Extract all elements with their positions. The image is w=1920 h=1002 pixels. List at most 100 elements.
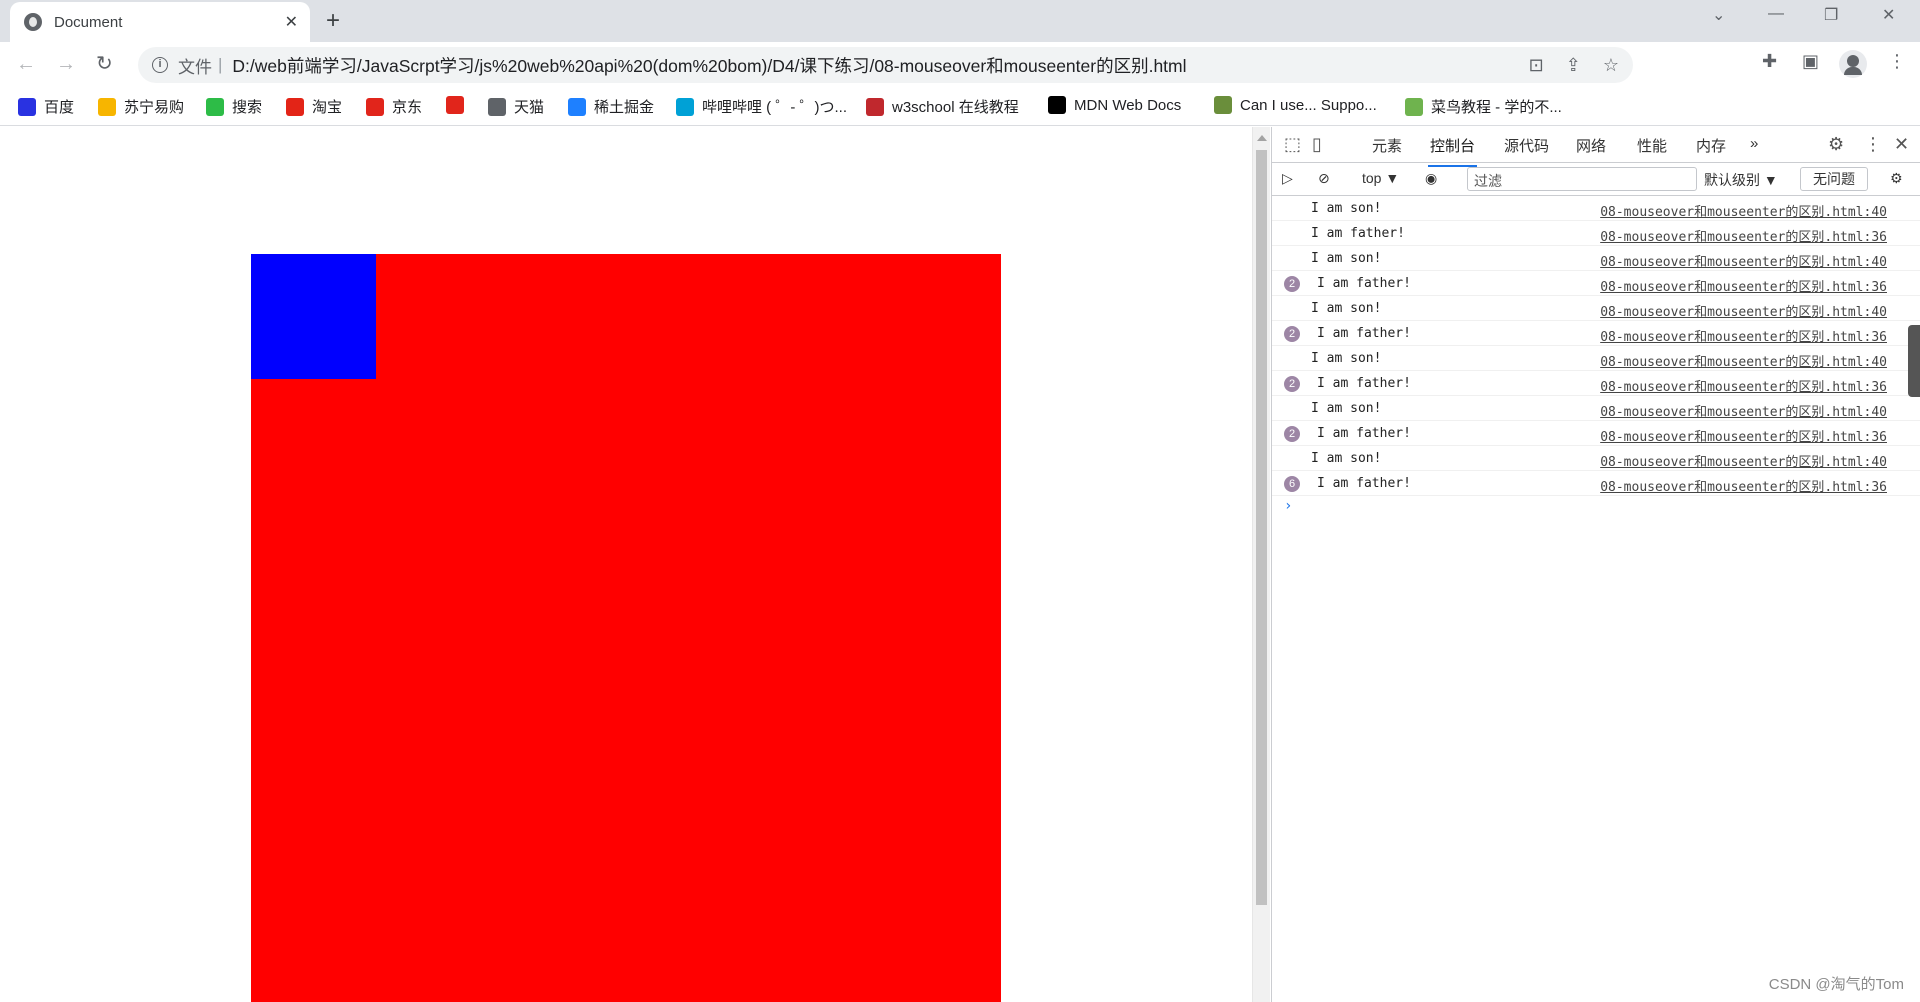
bookmark-4[interactable]: 京东 <box>366 96 422 117</box>
new-tab-button[interactable]: + <box>326 8 340 34</box>
father-box[interactable] <box>251 254 1001 1002</box>
source-link[interactable]: 08-mouseover和mouseenter的区别.html:40 <box>1600 351 1887 370</box>
source-link[interactable]: 08-mouseover和mouseenter的区别.html:40 <box>1600 251 1887 270</box>
tab-network[interactable]: 网络 <box>1576 135 1606 156</box>
more-tabs-icon[interactable]: » <box>1750 135 1758 152</box>
tab-sources[interactable]: 源代码 <box>1504 135 1549 156</box>
console-message: I am son! 08-mouseover和mouseenter的区别.html… <box>1272 346 1920 371</box>
info-icon[interactable]: i <box>152 57 168 73</box>
address-url[interactable]: D:/web前端学习/JavaScrpt学习/js%20web%20api%20… <box>232 53 1186 78</box>
console-filter-bar: ▷ ⊘ top ▼ ◉ 过滤 默认级别 ▼ 无问题 ⚙ <box>1272 163 1920 196</box>
restore-icon[interactable]: ❐ <box>1824 5 1838 25</box>
tab-search-icon[interactable]: ⌄ <box>1712 5 1725 25</box>
clear-console-icon[interactable]: ⊘ <box>1318 170 1330 187</box>
settings-gear-icon[interactable]: ⚙ <box>1828 134 1844 155</box>
device-toolbar-icon[interactable]: ▯ <box>1312 134 1322 155</box>
side-strip <box>1908 325 1920 397</box>
console-message: 2 I am father! 08-mouseover和mouseenter的区别.… <box>1272 321 1920 346</box>
extensions-icon[interactable]: ✚ <box>1762 51 1777 72</box>
browser-tab[interactable]: Document ✕ <box>10 2 310 42</box>
bookmark-label: 天猫 <box>514 99 545 116</box>
bookmark-1[interactable]: 苏宁易购 <box>98 96 184 117</box>
source-link[interactable]: 08-mouseover和mouseenter的区别.html:40 <box>1600 401 1887 420</box>
profile-avatar[interactable] <box>1839 50 1867 78</box>
bookmark-2[interactable]: 搜索 <box>206 96 262 117</box>
inspect-element-icon[interactable]: ⬚ <box>1284 134 1301 155</box>
console-message: I am son! 08-mouseover和mouseenter的区别.html… <box>1272 446 1920 471</box>
bookmark-3[interactable]: 淘宝 <box>286 96 342 117</box>
bookmarks-bar: 百度 苏宁易购 搜索 淘宝 京东 天猫 稀土掘金 哔哩哔哩 ( ゜- ゜)つ... w3scho… <box>0 88 1920 126</box>
devtools-close-icon[interactable]: ✕ <box>1894 134 1909 155</box>
scroll-up-arrow[interactable] <box>1257 135 1267 141</box>
source-link[interactable]: 08-mouseover和mouseenter的区别.html:36 <box>1600 476 1887 495</box>
console-settings-icon[interactable]: ⚙ <box>1890 170 1903 187</box>
son-box[interactable] <box>251 254 376 379</box>
console-filter-input[interactable]: 过滤 <box>1467 167 1697 191</box>
tab-elements[interactable]: 元素 <box>1372 135 1402 156</box>
console-message-text: I am son! <box>1311 201 1382 216</box>
bookmark-0[interactable]: 百度 <box>18 96 74 117</box>
bookmark-label: 稀土掘金 <box>594 99 655 116</box>
issues-button[interactable]: 无问题 <box>1800 167 1868 191</box>
bookmark-label: Can I use... Suppo... <box>1240 96 1377 114</box>
bookmark-label: w3school 在线教程 <box>892 99 1019 116</box>
bookmark-12[interactable]: 菜鸟教程 - 学的不... <box>1405 96 1562 117</box>
translate-icon[interactable]: ⊡ <box>1529 55 1544 76</box>
bookmark-label: 菜鸟教程 - 学的不... <box>1431 99 1562 116</box>
globe-icon <box>488 97 506 116</box>
console-message-text: I am son! <box>1311 401 1382 416</box>
runoob-icon <box>1405 97 1423 116</box>
bookmark-9[interactable]: w3school 在线教程 <box>866 96 1019 117</box>
reload-icon[interactable]: ↻ <box>96 52 113 76</box>
window-close-icon[interactable]: ✕ <box>1882 5 1895 25</box>
tab-console[interactable]: 控制台 <box>1427 135 1478 167</box>
globe-icon <box>24 13 42 31</box>
devtools-menu-icon[interactable]: ⋮ <box>1864 134 1882 155</box>
tab-performance[interactable]: 性能 <box>1637 135 1667 156</box>
bookmark-star-icon[interactable]: ☆ <box>1603 55 1619 76</box>
share-icon[interactable]: ⇪ <box>1566 55 1581 76</box>
console-message-text: I am son! <box>1311 251 1382 266</box>
bookmark-7[interactable]: 稀土掘金 <box>568 96 654 117</box>
source-link[interactable]: 08-mouseover和mouseenter的区别.html:36 <box>1600 276 1887 295</box>
tab-memory[interactable]: 内存 <box>1696 135 1726 156</box>
bookmark-label: 哔哩哔哩 ( ゜- ゜)つ... <box>702 99 847 116</box>
console-prompt[interactable]: › <box>1284 498 1920 514</box>
minimize-icon[interactable]: — <box>1768 5 1784 23</box>
side-panel-icon[interactable]: ▣ <box>1802 51 1819 72</box>
forward-icon[interactable]: → <box>56 52 76 76</box>
console-message: I am son! 08-mouseover和mouseenter的区别.html… <box>1272 196 1920 221</box>
address-bar[interactable]: i 文件 | D:/web前端学习/JavaScrpt学习/js%20web%2… <box>138 47 1633 83</box>
context-selector[interactable]: top ▼ <box>1362 170 1399 186</box>
close-tab-icon[interactable]: ✕ <box>285 12 298 32</box>
source-link[interactable]: 08-mouseover和mouseenter的区别.html:36 <box>1600 226 1887 245</box>
source-link[interactable]: 08-mouseover和mouseenter的区别.html:40 <box>1600 451 1887 470</box>
scrollbar-thumb[interactable] <box>1256 150 1267 905</box>
log-level-select[interactable]: 默认级别 ▼ <box>1704 170 1778 190</box>
address-scheme: 文件 <box>178 57 212 77</box>
bookmark-10[interactable]: MDN Web Docs <box>1048 96 1181 114</box>
repeat-count-badge: 2 <box>1284 276 1300 292</box>
sidebar-toggle-icon[interactable]: ▷ <box>1282 170 1293 187</box>
menu-icon[interactable]: ⋮ <box>1888 51 1906 72</box>
bookmark-label: MDN Web Docs <box>1074 96 1182 114</box>
source-link[interactable]: 08-mouseover和mouseenter的区别.html:40 <box>1600 301 1887 320</box>
bookmark-label: 苏宁易购 <box>124 99 185 116</box>
source-link[interactable]: 08-mouseover和mouseenter的区别.html:36 <box>1600 426 1887 445</box>
watermark: CSDN @淘气的Tom <box>1768 976 1904 993</box>
taobao-icon <box>286 97 304 116</box>
console-message: I am son! 08-mouseover和mouseenter的区别.html… <box>1272 396 1920 421</box>
back-icon[interactable]: ← <box>16 52 36 76</box>
page-scrollbar[interactable] <box>1252 127 1270 1002</box>
bookmark-5[interactable] <box>446 96 472 114</box>
bookmark-6[interactable]: 天猫 <box>488 96 544 117</box>
source-link[interactable]: 08-mouseover和mouseenter的区别.html:36 <box>1600 376 1887 395</box>
console-message-text: I am father! <box>1317 276 1411 291</box>
repeat-count-badge: 6 <box>1284 476 1300 492</box>
source-link[interactable]: 08-mouseover和mouseenter的区别.html:36 <box>1600 326 1887 345</box>
bookmark-8[interactable]: 哔哩哔哩 ( ゜- ゜)つ... <box>676 96 847 117</box>
tab-title: Document <box>54 13 123 31</box>
bookmark-11[interactable]: Can I use... Suppo... <box>1214 96 1377 114</box>
live-expression-eye-icon[interactable]: ◉ <box>1425 170 1437 187</box>
source-link[interactable]: 08-mouseover和mouseenter的区别.html:40 <box>1600 201 1887 220</box>
